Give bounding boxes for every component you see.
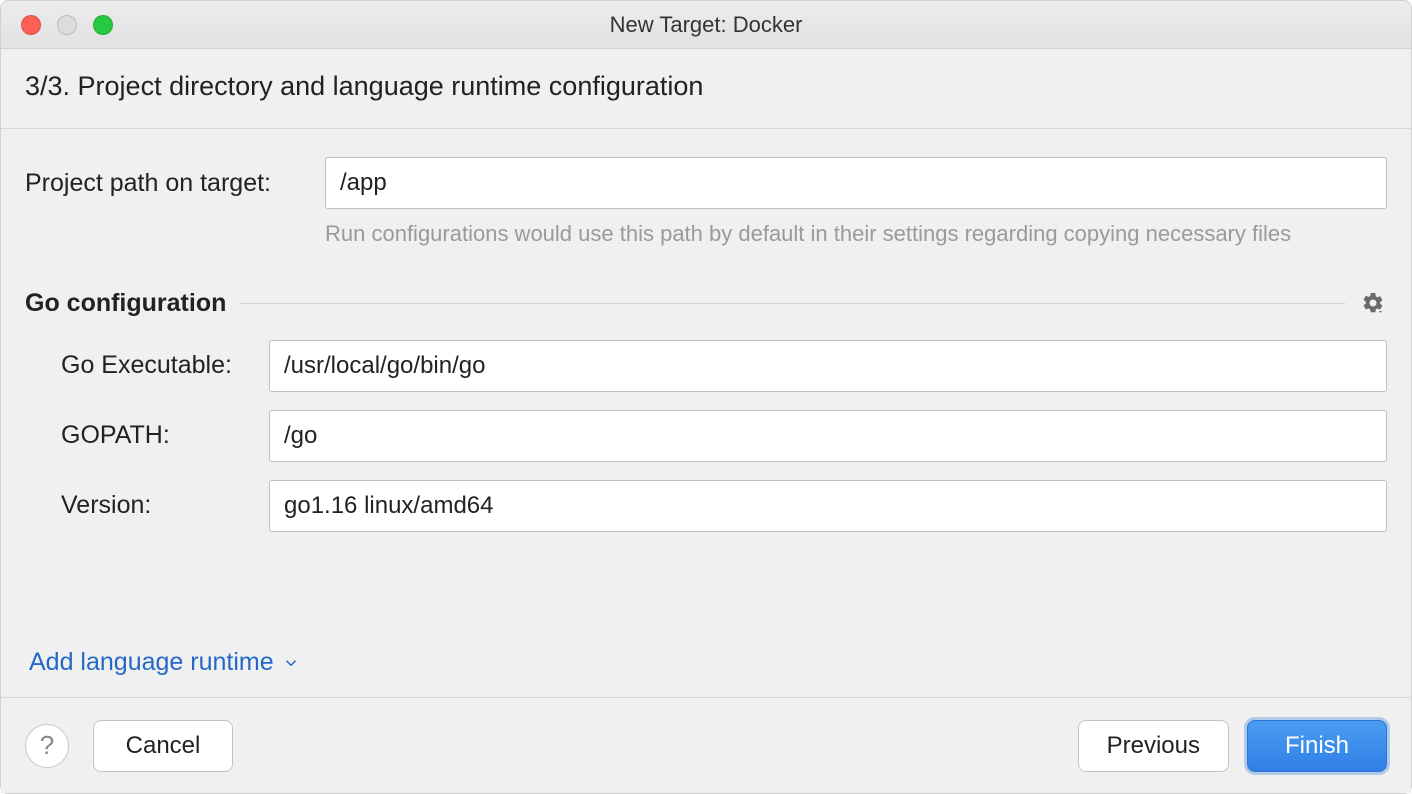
help-icon: ? [40, 730, 54, 761]
finish-button[interactable]: Finish [1247, 720, 1387, 772]
version-input[interactable] [269, 480, 1387, 532]
window-title: New Target: Docker [1, 12, 1411, 38]
cancel-button[interactable]: Cancel [93, 720, 233, 772]
project-path-helper: Run configurations would use this path b… [325, 219, 1387, 249]
add-runtime-text: Add language runtime [29, 648, 274, 677]
dialog-window: New Target: Docker 3/3. Project director… [0, 0, 1412, 794]
step-text: 3/3. Project directory and language runt… [25, 71, 703, 101]
project-path-field-col: Run configurations would use this path b… [325, 157, 1387, 249]
previous-button[interactable]: Previous [1078, 720, 1229, 772]
gopath-row: GOPATH: [25, 410, 1387, 462]
go-config-section-header: Go configuration [25, 289, 1387, 318]
project-path-input[interactable] [325, 157, 1387, 209]
project-path-row: Project path on target: Run configuratio… [25, 157, 1387, 249]
gear-icon[interactable] [1359, 289, 1387, 317]
dialog-body: Project path on target: Run configuratio… [1, 129, 1411, 697]
add-runtime-link[interactable]: Add language runtime [25, 648, 1387, 677]
go-exec-label: Go Executable: [25, 340, 269, 392]
version-row: Version: [25, 480, 1387, 532]
go-config-title: Go configuration [25, 289, 226, 318]
gopath-input[interactable] [269, 410, 1387, 462]
go-exec-input[interactable] [269, 340, 1387, 392]
version-label: Version: [25, 480, 269, 532]
step-header: 3/3. Project directory and language runt… [1, 49, 1411, 129]
section-divider [240, 303, 1345, 304]
project-path-label: Project path on target: [25, 157, 325, 198]
titlebar: New Target: Docker [1, 1, 1411, 49]
dialog-footer: ? Cancel Previous Finish [1, 697, 1411, 793]
help-button[interactable]: ? [25, 724, 69, 768]
go-exec-row: Go Executable: [25, 340, 1387, 392]
gopath-label: GOPATH: [25, 410, 269, 462]
chevron-down-icon [282, 654, 300, 672]
